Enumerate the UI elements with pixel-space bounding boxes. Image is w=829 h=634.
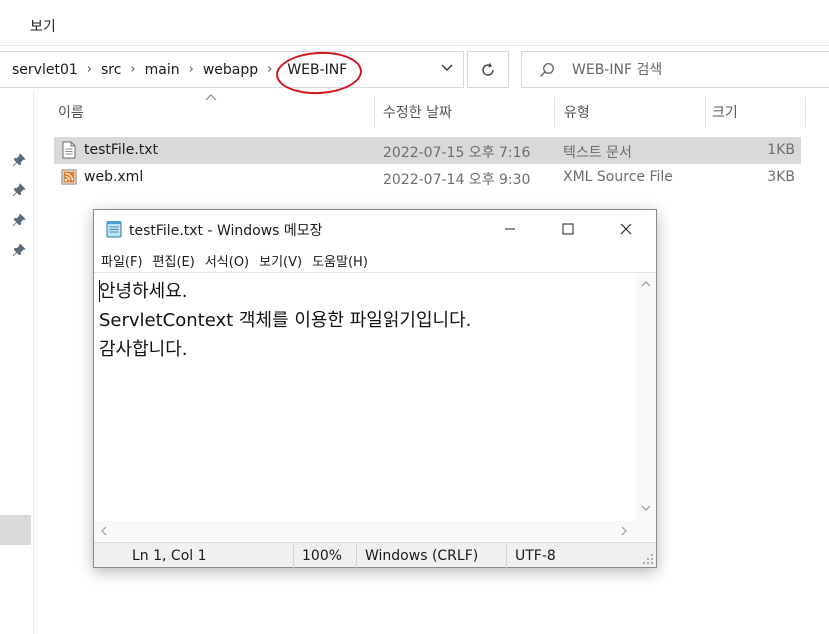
search-input[interactable] <box>572 60 812 80</box>
breadcrumb-web-inf[interactable]: WEB-INF <box>279 62 355 78</box>
scroll-left-icon[interactable] <box>98 525 110 537</box>
pin-icon[interactable] <box>12 243 26 257</box>
notepad-title: testFile.txt - Windows 메모장 <box>129 223 323 239</box>
navigation-pane <box>0 90 34 634</box>
scroll-up-icon[interactable] <box>640 278 652 290</box>
pin-icon[interactable] <box>12 153 26 167</box>
column-divider[interactable] <box>554 97 555 127</box>
column-header-type[interactable]: 유형 <box>558 97 704 127</box>
notepad-icon <box>106 221 122 238</box>
column-divider[interactable] <box>805 97 806 127</box>
column-header-size[interactable]: 크기 <box>706 97 804 127</box>
notepad-statusbar: Ln 1, Col 1 100% Windows (CRLF) UTF-8 <box>94 542 656 568</box>
column-header-name[interactable]: 이름 <box>52 97 374 127</box>
close-icon <box>620 223 632 235</box>
status-divider <box>356 543 357 568</box>
maximize-button[interactable] <box>539 210 597 248</box>
horizontal-scrollbar[interactable] <box>94 521 636 541</box>
notepad-editor[interactable]: 안녕하세요. ServletContext 객체를 이용한 파일읽기입니다. 감… <box>94 272 656 542</box>
scroll-right-icon[interactable] <box>618 525 630 537</box>
close-button[interactable] <box>597 210 655 248</box>
breadcrumb-webapp[interactable]: webapp <box>201 62 260 78</box>
notepad-menubar: 파일(F) 편집(E) 서식(O) 보기(V) 도움말(H) <box>94 248 656 272</box>
notepad-window: testFile.txt - Windows 메모장 파일(F) 편집(E) 서… <box>93 209 657 568</box>
breadcrumb: servlet01 › src › main › webapp › WEB-IN… <box>10 52 355 87</box>
file-type: 텍스트 문서 <box>563 145 632 161</box>
refresh-button[interactable] <box>467 51 509 88</box>
status-zoom: 100% <box>302 547 343 564</box>
menu-file[interactable]: 파일(F) <box>98 251 150 270</box>
text-caret <box>99 280 100 302</box>
status-divider <box>506 543 507 568</box>
notepad-titlebar[interactable]: testFile.txt - Windows 메모장 <box>94 210 656 248</box>
vertical-scrollbar[interactable] <box>636 273 656 521</box>
refresh-icon <box>482 62 494 76</box>
ribbon-divider <box>0 45 829 46</box>
address-bar[interactable]: servlet01 › src › main › webapp › WEB-IN… <box>0 51 464 88</box>
minimize-button[interactable] <box>481 210 539 248</box>
status-divider <box>293 543 294 568</box>
breadcrumb-chevron-icon[interactable]: › <box>123 62 142 77</box>
scrollbar-corner <box>636 521 656 541</box>
text-file-icon <box>62 141 76 159</box>
ribbon-tab-view[interactable]: 보기 <box>30 16 56 36</box>
file-name: testFile.txt <box>84 142 159 158</box>
text-line: ServletContext 객체를 이용한 파일읽기입니다. <box>99 310 472 331</box>
menu-edit[interactable]: 편집(E) <box>150 251 202 270</box>
status-line-ending: Windows (CRLF) <box>365 547 479 564</box>
status-encoding: UTF-8 <box>515 547 556 564</box>
address-dropdown-chevron-down-icon[interactable] <box>440 61 454 75</box>
breadcrumb-src[interactable]: src <box>99 62 123 78</box>
column-header-date[interactable]: 수정한 날짜 <box>377 97 553 127</box>
nav-selected-item[interactable] <box>0 515 31 545</box>
text-line: 안녕하세요. <box>99 281 188 302</box>
status-cursor-position: Ln 1, Col 1 <box>132 547 207 564</box>
maximize-icon <box>562 223 574 235</box>
minimize-icon <box>505 228 515 230</box>
menu-format[interactable]: 서식(O) <box>202 251 256 270</box>
file-date: 2022-07-15 오후 7:16 <box>383 145 531 161</box>
column-divider[interactable] <box>374 97 375 127</box>
file-row-webxml[interactable]: web.xml 2022-07-14 오후 9:30 XML Source Fi… <box>54 164 801 191</box>
file-size: 3KB <box>767 169 795 185</box>
file-row-testfile[interactable]: testFile.txt 2022-07-15 오후 7:16 텍스트 문서 1… <box>54 137 801 164</box>
xml-file-icon <box>61 169 77 185</box>
breadcrumb-main[interactable]: main <box>143 62 182 78</box>
breadcrumb-chevron-icon[interactable]: › <box>182 62 201 77</box>
breadcrumb-servlet01[interactable]: servlet01 <box>10 62 80 78</box>
breadcrumb-chevron-icon[interactable]: › <box>80 62 99 77</box>
pin-icon[interactable] <box>12 183 26 197</box>
file-type: XML Source File <box>563 169 673 185</box>
editor-text[interactable]: 안녕하세요. ServletContext 객체를 이용한 파일읽기입니다. 감… <box>99 277 629 517</box>
ribbon: 보기 <box>0 0 829 46</box>
pin-icon[interactable] <box>12 213 26 227</box>
text-line: 감사합니다. <box>99 339 188 360</box>
file-date: 2022-07-14 오후 9:30 <box>383 172 531 188</box>
resize-grip-icon[interactable] <box>642 553 654 565</box>
file-name: web.xml <box>84 169 144 185</box>
search-icon <box>540 63 554 77</box>
search-box[interactable] <box>521 51 829 88</box>
scroll-down-icon[interactable] <box>640 502 652 514</box>
menu-view[interactable]: 보기(V) <box>256 251 309 270</box>
file-size: 1KB <box>767 142 795 158</box>
menu-help[interactable]: 도움말(H) <box>309 251 375 270</box>
